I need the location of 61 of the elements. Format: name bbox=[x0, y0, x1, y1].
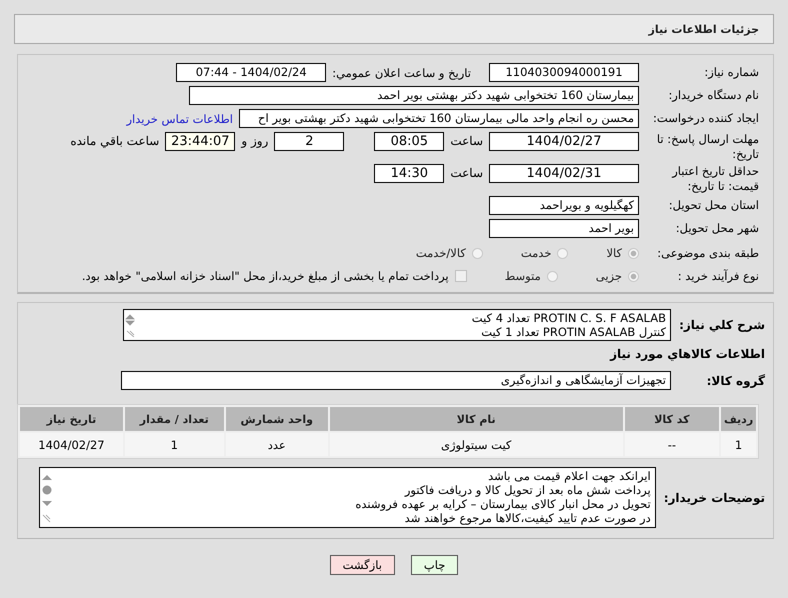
field-label: توضیحات خریدار: bbox=[664, 490, 766, 504]
field-label: نوع فرآیند خرید : bbox=[676, 268, 760, 284]
province-field: کهگیلویه و بویراحمد bbox=[489, 196, 639, 215]
payment-label: پرداخت تمام یا بخشی از مبلغ خرید،از محل "اسناد خزانه اسلامی" خواهد بود. bbox=[82, 269, 449, 283]
field-label: شماره نیاز: bbox=[703, 65, 760, 80]
table-cell: 1404/02/27 bbox=[20, 433, 123, 456]
category-radio[interactable]: کالا bbox=[606, 246, 639, 260]
table-cell: 1 bbox=[721, 433, 756, 456]
description-line: PROTIN C. S. F ASALAB تعداد 4 کیت bbox=[472, 311, 666, 325]
time-field: 08:05 bbox=[374, 132, 444, 151]
days-field: 2 bbox=[274, 132, 344, 151]
column-header: واحد شمارش bbox=[226, 407, 328, 431]
page-title: جزئیات اطلاعات نیاز bbox=[648, 22, 759, 36]
notes-line: در صورت عدم تایید کیفیت،کالاها مرجوع خواهند شد bbox=[404, 511, 651, 525]
field-label: ایجاد کننده درخواست: bbox=[652, 111, 760, 126]
table-cell: -- bbox=[624, 433, 720, 456]
column-header: ردیف bbox=[721, 407, 756, 431]
description-line: کنترل PROTIN ASALAB تعداد 1 کیت bbox=[480, 325, 666, 339]
table-cell: 1 bbox=[124, 433, 224, 456]
contact-link[interactable]: اطلاعات تماس خریدار bbox=[126, 112, 233, 126]
city-field: بویر احمد bbox=[489, 219, 639, 238]
field-label: مهلت ارسال پاسخ: تا تاریخ: bbox=[656, 132, 760, 162]
notes-line: ایرانکد جهت اعلام قیمت می باشد bbox=[487, 469, 651, 483]
time-field: 14:30 bbox=[374, 164, 444, 183]
category-radio[interactable]: کالا/خدمت bbox=[416, 246, 483, 260]
column-header: تعداد / مقدار bbox=[124, 407, 224, 431]
scroll-arrows-icon bbox=[124, 313, 136, 337]
process-radio[interactable]: جزیی bbox=[596, 269, 639, 283]
back-button[interactable]: بازگشت bbox=[330, 555, 395, 575]
time-label: ساعت bbox=[450, 166, 483, 180]
remaining-label: ساعت باقي مانده bbox=[70, 134, 160, 148]
section-title: اطلاعات کالاهاي مورد نیاز bbox=[608, 347, 766, 361]
requester-field: محسن ره انجام واحد مالی بیمارستان 160 تختخوابی شهید دکتر بهشتی بویر اح bbox=[239, 109, 639, 128]
field-label: استان محل تحویل: bbox=[668, 198, 760, 213]
process-radio[interactable]: متوسط bbox=[504, 269, 558, 283]
time-label: ساعت bbox=[450, 134, 483, 148]
field-label: تاریخ و ساعت اعلان عمومي: bbox=[332, 66, 471, 80]
remaining-time-field: 23:44:07 bbox=[165, 132, 236, 151]
notes-line: پرداخت شش ماه بعد از تحویل کالا و دریافت فاکتور bbox=[403, 483, 651, 497]
announce-date-field: 1404/02/24 - 07:44 bbox=[176, 63, 326, 82]
column-header: تاریخ نیاز bbox=[20, 407, 123, 431]
payment-checkbox[interactable] bbox=[454, 270, 467, 282]
field-label: نام دستگاه خریدار: bbox=[667, 88, 760, 103]
goods-group-field: تجهیزات آزمایشگاهی و اندازه‌گیری bbox=[121, 371, 671, 390]
notes-line: تحویل در محل انبار کالای بیمارستان – کرایه بر عهده فروشنده bbox=[355, 497, 651, 511]
column-header: نام کالا bbox=[330, 407, 623, 431]
field-label: طبقه بندی موضوعی: bbox=[656, 246, 760, 260]
field-label: گروه کالا: bbox=[706, 374, 766, 388]
days-label: روز و bbox=[241, 134, 268, 148]
buyer-field: بیمارستان 160 تختخوابی شهید دکتر بهشتی بویر احمد bbox=[189, 86, 639, 105]
field-label: حداقل تاریخ اعتبار قیمت: تا تاریخ: bbox=[670, 164, 760, 194]
print-button[interactable]: چاپ bbox=[410, 555, 458, 575]
field-label: شهر محل تحویل: bbox=[674, 221, 760, 236]
table-cell: عدد bbox=[226, 433, 328, 456]
need-number-field: 1104030094000191 bbox=[489, 63, 639, 82]
table-cell: کیت سیتولوژی bbox=[330, 433, 623, 456]
date-field: 1404/02/31 bbox=[489, 164, 639, 183]
category-radio[interactable]: خدمت bbox=[520, 246, 568, 260]
date-field: 1404/02/27 bbox=[489, 132, 639, 151]
field-label: شرح کلي نیاز: bbox=[678, 318, 766, 332]
column-header: کد کالا bbox=[624, 407, 720, 431]
